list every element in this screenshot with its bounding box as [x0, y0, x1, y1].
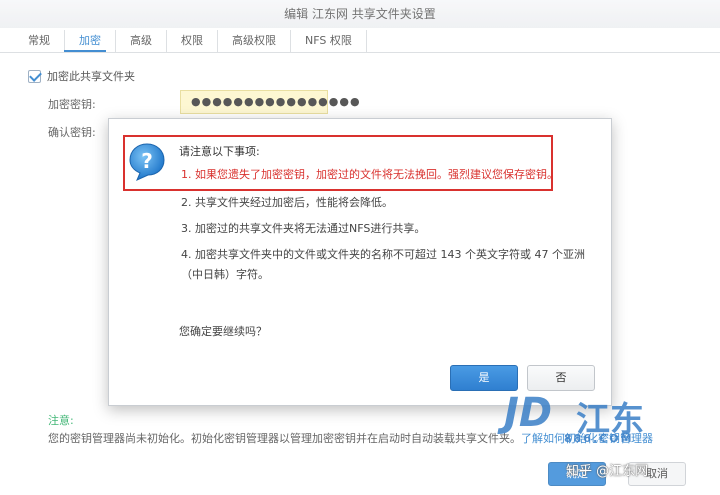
encryption-warning-dialog: ? 请注意以下事项: 1. 如果您遗失了加密密钥，加密过的文件将无法挽回。强烈建…	[108, 118, 612, 406]
watermark-logo: JD	[504, 390, 553, 436]
dialog-item-2: 2. 共享文件夹经过加密后，性能将会降低。	[181, 196, 393, 209]
watermark-domain: 886.COM	[564, 432, 634, 445]
yes-button[interactable]: 是	[450, 365, 518, 391]
dialog-item-1: 1. 如果您遗失了加密密钥，加密过的文件将无法挽回。强烈建议您保存密钥。	[181, 168, 558, 181]
no-button[interactable]: 否	[527, 365, 595, 391]
source-watermark: 知乎 @江东网	[566, 464, 649, 479]
dialog-confirm-question: 您确定要继续吗？	[179, 325, 267, 338]
dialog-item-3: 3. 加密过的共享文件夹将无法通过NFS进行共享。	[181, 222, 426, 235]
dialog-item-4: 4. 加密共享文件夹中的文件或文件夹的名称不可超过 143 个英文字符或 47 …	[181, 248, 585, 281]
dialog-title: 请注意以下事项:	[179, 145, 260, 158]
watermark: JD 江东 886.COM	[504, 390, 694, 450]
